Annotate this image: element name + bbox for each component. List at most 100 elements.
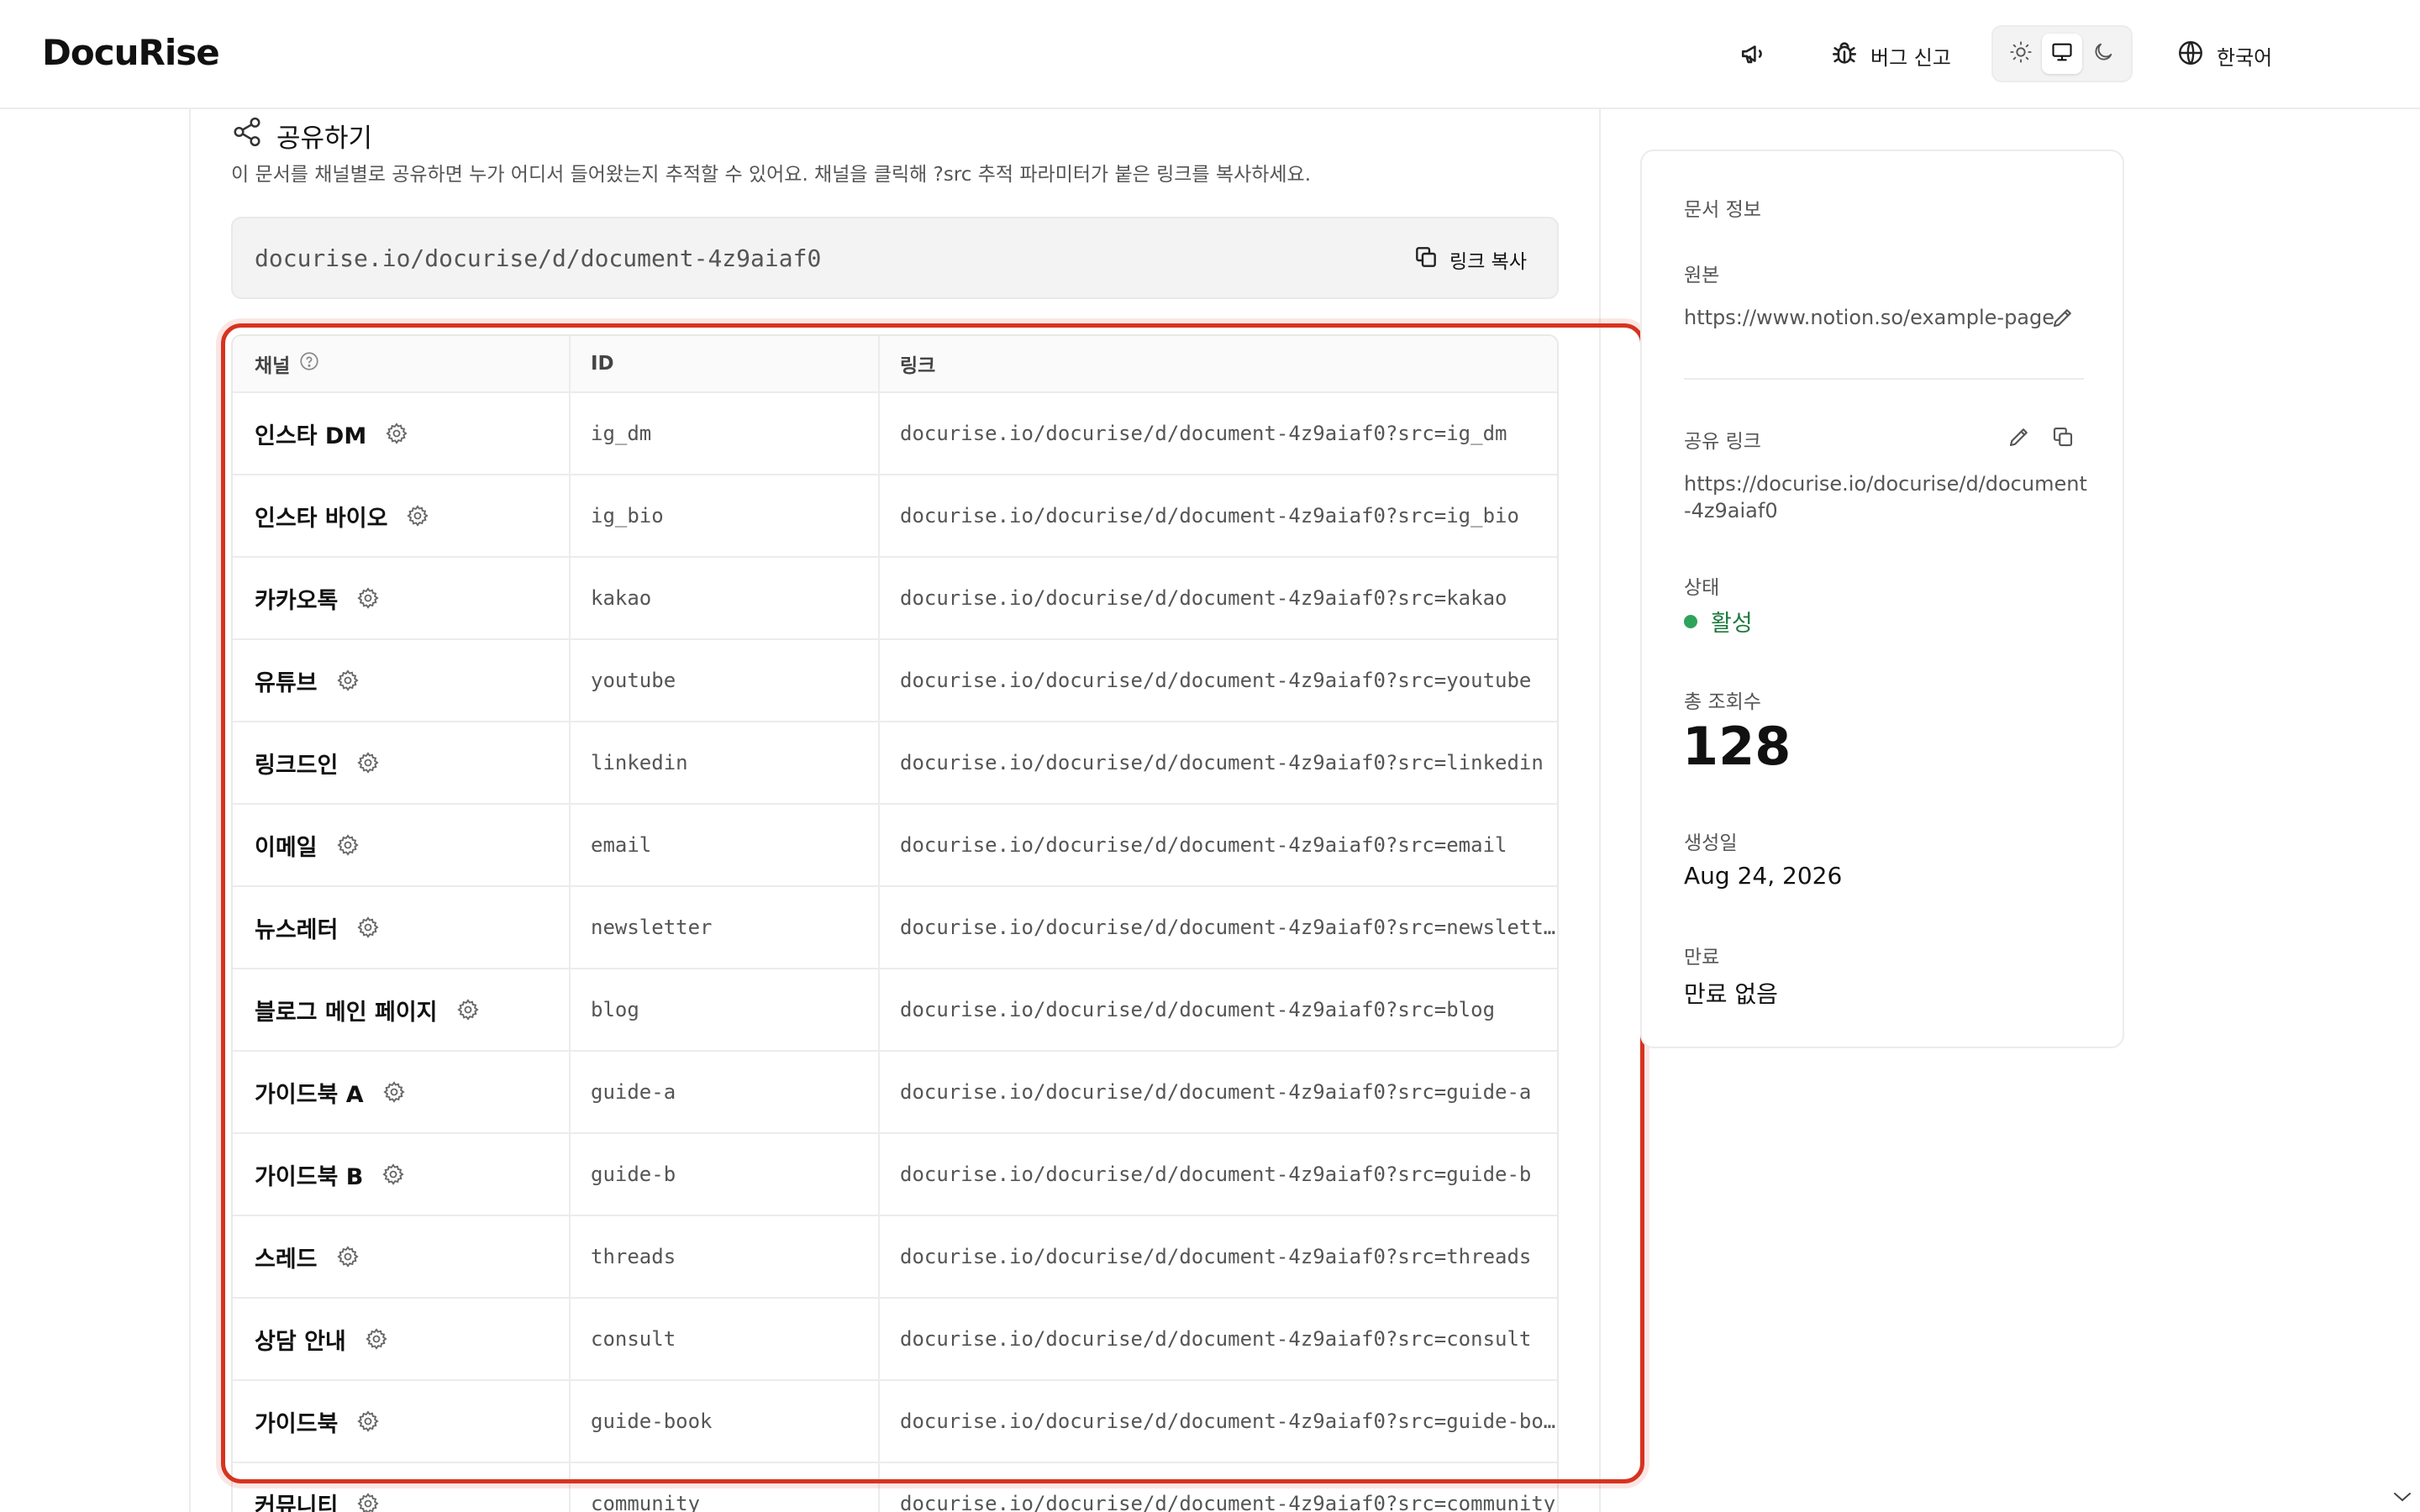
share-link-url[interactable]: https://docurise.io/docurise/d/document-… — [1684, 470, 2087, 524]
channel-link[interactable]: docurise.io/docurise/d/document-4z9aiaf0… — [900, 475, 1557, 556]
table-row[interactable]: 가이드북 B guide-b docurise.io/docurise/d/docu… — [233, 1134, 1557, 1216]
gear-icon[interactable] — [356, 1410, 380, 1433]
gear-icon[interactable] — [336, 1245, 360, 1268]
channel-name[interactable]: 블로그 메인 페이지 — [255, 994, 438, 1026]
expiry-value: 만료 없음 — [1684, 980, 1778, 1008]
channel-name[interactable]: 링크드인 — [255, 747, 338, 780]
channel-link-cell: docurise.io/docurise/d/document-4z9aiaf0… — [878, 969, 1557, 1050]
channel-name[interactable]: 유튜브 — [255, 664, 318, 697]
gear-icon[interactable] — [406, 504, 429, 528]
channel-link[interactable]: docurise.io/docurise/d/document-4z9aiaf0… — [900, 887, 1557, 968]
gear-icon[interactable] — [336, 669, 360, 692]
gear-icon[interactable] — [336, 833, 360, 857]
sun-icon — [2009, 40, 2033, 67]
table-header-row: 채널 ID 링크 — [233, 336, 1557, 393]
monitor-icon — [2050, 40, 2074, 67]
channel-name[interactable]: 스레드 — [255, 1241, 318, 1273]
source-url[interactable]: https://www.notion.so/example-page — [1684, 306, 2054, 329]
channel-link[interactable]: docurise.io/docurise/d/document-4z9aiaf0… — [900, 805, 1557, 885]
channel-name[interactable]: 가이드북 A — [255, 1076, 364, 1109]
channel-id-cell: ig_dm — [569, 393, 878, 474]
gear-icon[interactable] — [381, 1163, 405, 1186]
channel-id: kakao — [591, 586, 652, 610]
status-value: 활성 — [1711, 611, 1753, 637]
gear-icon[interactable] — [356, 586, 380, 610]
channel-cell: 이메일 — [233, 805, 569, 885]
channel-name[interactable]: 가이드북 — [255, 1405, 338, 1438]
copy-share-link-icon[interactable] — [2050, 424, 2075, 449]
share-section-title: 공유하기 — [231, 116, 372, 155]
edit-source-icon[interactable] — [2050, 305, 2075, 330]
table-row[interactable]: 블로그 메인 페이지 blog docurise.io/docurise/d/doc… — [233, 969, 1557, 1052]
channel-link[interactable]: docurise.io/docurise/d/document-4z9aiaf0… — [900, 393, 1557, 474]
table-row[interactable]: 카카오톡 kakao docurise.io/docurise/d/document… — [233, 558, 1557, 640]
help-icon[interactable] — [298, 350, 320, 377]
table-row[interactable]: 뉴스레터 newsletter docurise.io/docurise/d/doc… — [233, 887, 1557, 969]
status-label: 상태 — [1684, 577, 1720, 599]
channel-link-cell: docurise.io/docurise/d/document-4z9aiaf0… — [878, 475, 1557, 556]
edit-share-link-icon[interactable] — [2007, 424, 2032, 449]
channel-link-cell: docurise.io/docurise/d/document-4z9aiaf0… — [878, 1381, 1557, 1462]
channel-link[interactable]: docurise.io/docurise/d/document-4z9aiaf0… — [900, 1052, 1557, 1132]
theme-dark-button[interactable] — [2083, 34, 2123, 74]
channel-id: community — [591, 1492, 701, 1512]
theme-system-button[interactable] — [2041, 34, 2082, 74]
channel-link-cell: docurise.io/docurise/d/document-4z9aiaf0… — [878, 722, 1557, 803]
channel-link[interactable]: docurise.io/docurise/d/document-4z9aiaf0… — [900, 558, 1557, 638]
table-row[interactable]: 이메일 email docurise.io/docurise/d/document-… — [233, 805, 1557, 887]
channel-link-cell: docurise.io/docurise/d/document-4z9aiaf0… — [878, 887, 1557, 968]
channel-link[interactable]: docurise.io/docurise/d/document-4z9aiaf0… — [900, 1216, 1557, 1297]
channel-name[interactable]: 상담 안내 — [255, 1323, 346, 1356]
channel-id: blog — [591, 998, 639, 1021]
channel-name[interactable]: 인스타 DM — [255, 417, 366, 450]
copy-link-label: 링크 복사 — [1449, 251, 1527, 273]
channel-link[interactable]: docurise.io/docurise/d/document-4z9aiaf0… — [900, 1134, 1557, 1215]
channel-name[interactable]: 이메일 — [255, 829, 318, 862]
gear-icon[interactable] — [382, 1080, 406, 1104]
channel-name[interactable]: 가이드북 B — [255, 1158, 363, 1191]
gear-icon[interactable] — [385, 422, 408, 445]
announcement-button[interactable] — [1739, 39, 1768, 73]
channel-id-cell: youtube — [569, 640, 878, 721]
table-row[interactable]: 커뮤니티 community docurise.io/docurise/d/docu… — [233, 1463, 1557, 1512]
bug-report-button[interactable]: 버그 신고 — [1830, 39, 1951, 72]
channel-name[interactable]: 인스타 바이오 — [255, 500, 387, 533]
table-row[interactable]: 가이드북 guide-book docurise.io/docurise/d/doc… — [233, 1381, 1557, 1463]
table-row[interactable]: 스레드 threads docurise.io/docurise/d/documen… — [233, 1216, 1557, 1299]
share-url-text[interactable]: docurise.io/docurise/d/document-4z9aiaf0 — [255, 244, 821, 272]
channel-cell: 카카오톡 — [233, 558, 569, 638]
table-row[interactable]: 가이드북 A guide-a docurise.io/docurise/d/docu… — [233, 1052, 1557, 1134]
bug-icon — [1830, 39, 1859, 72]
channel-link[interactable]: docurise.io/docurise/d/document-4z9aiaf0… — [900, 1299, 1557, 1379]
gear-icon[interactable] — [356, 751, 380, 774]
channel-name[interactable]: 뉴스레터 — [255, 911, 338, 944]
channel-name[interactable]: 카카오톡 — [255, 582, 338, 615]
channel-link[interactable]: docurise.io/docurise/d/document-4z9aiaf0… — [900, 722, 1557, 803]
gear-icon[interactable] — [456, 998, 480, 1021]
channel-cell: 스레드 — [233, 1216, 569, 1297]
language-selector[interactable]: 한국어 — [2176, 39, 2272, 72]
share-description: 이 문서를 채널별로 공유하면 누가 어디서 들어왔는지 추적할 수 있어요. … — [231, 164, 1312, 186]
views-label: 총 조회수 — [1684, 691, 1761, 713]
logo[interactable]: DocuRise — [42, 32, 220, 73]
theme-switcher — [1991, 25, 2133, 82]
copy-link-button[interactable]: 링크 복사 — [1413, 244, 1527, 276]
theme-light-button[interactable] — [2001, 34, 2041, 74]
chevron-down-icon[interactable] — [2391, 1488, 2413, 1505]
channel-link[interactable]: docurise.io/docurise/d/document-4z9aiaf0… — [900, 640, 1557, 721]
channel-id: ig_dm — [591, 422, 652, 445]
channel-name[interactable]: 커뮤니티 — [255, 1488, 338, 1512]
channel-link[interactable]: docurise.io/docurise/d/document-4z9aiaf0… — [900, 1463, 1557, 1512]
gear-icon[interactable] — [356, 916, 380, 939]
table-row[interactable]: 링크드인 linkedin docurise.io/docurise/d/docum… — [233, 722, 1557, 805]
channel-cell: 가이드북 — [233, 1381, 569, 1462]
table-row[interactable]: 상담 안내 consult docurise.io/docurise/d/docum… — [233, 1299, 1557, 1381]
table-row[interactable]: 인스타 바이오 ig_bio docurise.io/docurise/d/docu… — [233, 475, 1557, 558]
channel-link[interactable]: docurise.io/docurise/d/document-4z9aiaf0… — [900, 969, 1557, 1050]
table-row[interactable]: 유튜브 youtube docurise.io/docurise/d/documen… — [233, 640, 1557, 722]
gear-icon[interactable] — [356, 1492, 380, 1512]
table-row[interactable]: 인스타 DM ig_dm docurise.io/docurise/d/docume… — [233, 393, 1557, 475]
channel-link[interactable]: docurise.io/docurise/d/document-4z9aiaf0… — [900, 1381, 1557, 1462]
gear-icon[interactable] — [365, 1327, 388, 1351]
bug-report-label: 버그 신고 — [1870, 45, 1951, 70]
